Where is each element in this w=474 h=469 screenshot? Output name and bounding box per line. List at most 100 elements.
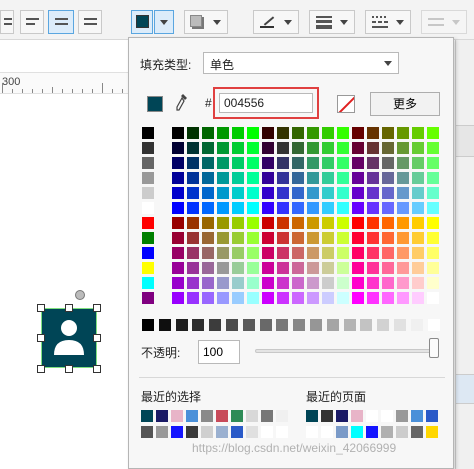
fill-color-dropdown[interactable]: [154, 10, 174, 34]
color-swatch[interactable]: [352, 277, 364, 289]
more-colors-button[interactable]: 更多: [370, 92, 440, 116]
recent-page-swatch[interactable]: [321, 426, 333, 438]
color-swatch[interactable]: [217, 172, 229, 184]
color-swatch[interactable]: [307, 157, 319, 169]
color-swatch[interactable]: [292, 127, 304, 139]
color-swatch[interactable]: [142, 262, 154, 274]
recent-color-swatch[interactable]: [231, 426, 243, 438]
color-swatch[interactable]: [322, 277, 334, 289]
color-swatch[interactable]: [202, 127, 214, 139]
color-swatch[interactable]: [217, 292, 229, 304]
color-swatch[interactable]: [382, 172, 394, 184]
color-swatch[interactable]: [232, 247, 244, 259]
eyedropper-icon[interactable]: [175, 93, 189, 113]
color-swatch[interactable]: [322, 157, 334, 169]
color-swatch[interactable]: [226, 319, 238, 331]
color-swatch[interactable]: [217, 217, 229, 229]
color-swatch[interactable]: [202, 202, 214, 214]
color-swatch[interactable]: [262, 187, 274, 199]
color-swatch[interactable]: [202, 142, 214, 154]
color-swatch[interactable]: [397, 187, 409, 199]
color-swatch[interactable]: [337, 277, 349, 289]
color-swatch[interactable]: [382, 217, 394, 229]
color-swatch[interactable]: [292, 202, 304, 214]
color-swatch[interactable]: [172, 247, 184, 259]
color-swatch[interactable]: [352, 187, 364, 199]
color-swatch[interactable]: [142, 127, 154, 139]
color-swatch[interactable]: [142, 247, 154, 259]
selected-shape[interactable]: [41, 308, 97, 368]
color-swatch[interactable]: [427, 232, 439, 244]
recent-page-swatch[interactable]: [396, 426, 408, 438]
color-swatch[interactable]: [232, 157, 244, 169]
color-swatch[interactable]: [217, 202, 229, 214]
color-swatch[interactable]: [352, 142, 364, 154]
color-swatch[interactable]: [202, 187, 214, 199]
color-swatch[interactable]: [367, 292, 379, 304]
color-swatch[interactable]: [337, 127, 349, 139]
no-fill-icon[interactable]: [337, 95, 355, 113]
recent-color-swatch[interactable]: [186, 426, 198, 438]
color-swatch[interactable]: [187, 277, 199, 289]
color-swatch[interactable]: [187, 142, 199, 154]
recent-color-swatch[interactable]: [156, 426, 168, 438]
color-swatch[interactable]: [412, 247, 424, 259]
color-swatch[interactable]: [142, 292, 154, 304]
color-swatch[interactable]: [367, 187, 379, 199]
recent-page-swatch[interactable]: [336, 410, 348, 422]
color-swatch[interactable]: [277, 292, 289, 304]
color-swatch[interactable]: [382, 262, 394, 274]
recent-color-swatch[interactable]: [276, 426, 288, 438]
color-swatch[interactable]: [367, 127, 379, 139]
align-center-button[interactable]: [48, 10, 74, 34]
color-swatch[interactable]: [322, 232, 334, 244]
color-swatch[interactable]: [187, 217, 199, 229]
color-swatch[interactable]: [172, 127, 184, 139]
color-swatch[interactable]: [277, 217, 289, 229]
recent-color-swatch[interactable]: [141, 410, 153, 422]
color-swatch[interactable]: [412, 142, 424, 154]
color-swatch[interactable]: [337, 217, 349, 229]
recent-page-swatch[interactable]: [336, 426, 348, 438]
color-swatch[interactable]: [172, 142, 184, 154]
color-swatch[interactable]: [337, 142, 349, 154]
color-swatch[interactable]: [360, 319, 373, 331]
color-swatch[interactable]: [352, 292, 364, 304]
recent-page-swatch[interactable]: [321, 410, 333, 422]
color-swatch[interactable]: [382, 232, 394, 244]
color-swatch[interactable]: [202, 217, 214, 229]
color-swatch[interactable]: [175, 319, 188, 331]
color-swatch[interactable]: [292, 232, 304, 244]
color-swatch[interactable]: [337, 262, 349, 274]
color-swatch[interactable]: [202, 277, 214, 289]
color-swatch[interactable]: [232, 262, 244, 274]
color-swatch[interactable]: [326, 319, 339, 331]
color-swatch[interactable]: [427, 277, 439, 289]
color-swatch[interactable]: [307, 142, 319, 154]
recent-page-swatch[interactable]: [396, 410, 408, 422]
color-swatch[interactable]: [142, 172, 154, 184]
color-swatch[interactable]: [307, 277, 319, 289]
color-swatch[interactable]: [217, 247, 229, 259]
color-swatch[interactable]: [337, 172, 349, 184]
recent-color-swatch[interactable]: [186, 410, 198, 422]
color-swatch[interactable]: [322, 142, 334, 154]
color-swatch[interactable]: [310, 319, 322, 331]
color-swatch[interactable]: [322, 217, 334, 229]
color-swatch[interactable]: [382, 127, 394, 139]
resize-handle[interactable]: [93, 304, 101, 312]
color-swatch[interactable]: [202, 262, 214, 274]
recent-color-swatch[interactable]: [171, 410, 183, 422]
color-swatch[interactable]: [352, 217, 364, 229]
color-swatch[interactable]: [367, 262, 379, 274]
color-swatch[interactable]: [142, 277, 154, 289]
recent-page-swatch[interactable]: [351, 426, 363, 438]
color-swatch[interactable]: [307, 247, 319, 259]
color-swatch[interactable]: [367, 277, 379, 289]
color-swatch[interactable]: [202, 157, 214, 169]
color-swatch[interactable]: [307, 187, 319, 199]
recent-page-swatch[interactable]: [381, 410, 393, 422]
align-left-button[interactable]: [0, 10, 14, 34]
color-swatch[interactable]: [262, 232, 274, 244]
align-right-button[interactable]: [78, 10, 102, 34]
